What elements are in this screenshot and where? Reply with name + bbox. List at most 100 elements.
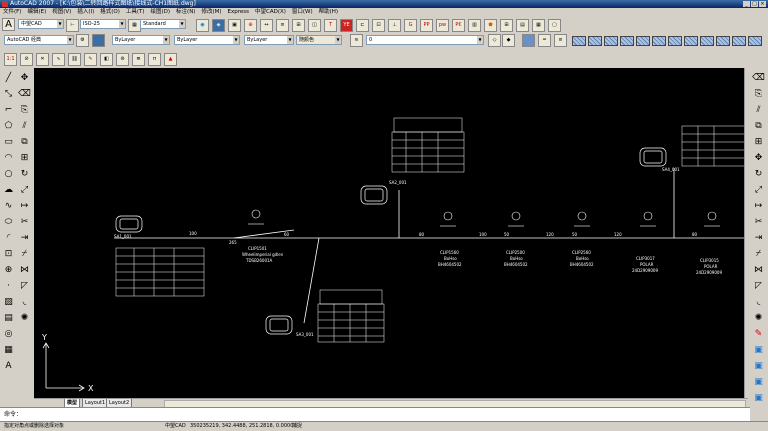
pwd-icon[interactable]: pw [436,19,449,32]
array-icon[interactable]: ⊞ [18,152,31,165]
table-icon[interactable]: ▤ [516,19,529,32]
rotate-icon[interactable]: ↻ [752,168,765,181]
rect-icon[interactable] [522,34,535,47]
region-tool-icon[interactable]: ◎ [2,328,15,341]
erase-icon[interactable]: ⌫ [752,72,765,85]
connector-sa4[interactable] [639,147,667,167]
shape-icon[interactable]: ⬟ [484,19,497,32]
block-icon[interactable]: ▣ [228,19,241,32]
clip-symbol-3[interactable] [508,211,524,227]
layer-icon[interactable]: ▣ [752,344,765,357]
wire-icon[interactable]: ≣ [132,53,145,66]
yc-icon[interactable]: YE [340,19,353,32]
scale-icon[interactable]: 1:1 [4,53,17,66]
scale-tool-icon[interactable]: ⤢ [18,184,31,197]
lineweight-combo[interactable]: ByLayer ▼ [244,35,294,45]
hatch-icon[interactable] [684,36,698,46]
lock-icon[interactable]: ⊡ [372,19,385,32]
arc-icon[interactable]: ◠ [2,152,15,165]
dim-style-combo[interactable]: ISO-25 ▼ [80,19,126,29]
menu-express[interactable]: Express [225,8,252,17]
copy-icon[interactable]: ⎘ [18,104,31,117]
connector-sa1[interactable] [115,215,143,233]
ps-icon[interactable]: P€ [452,19,465,32]
block-icon[interactable]: ▣ [752,360,765,373]
clip-icon[interactable]: ⊓ [148,53,161,66]
menu-help[interactable]: 帮助(H) [316,8,341,17]
move-icon[interactable]: ✥ [18,72,31,85]
grid-icon[interactable]: ⊞ [500,19,513,32]
fillet-icon[interactable]: ◟ [752,296,765,309]
ellipse-icon[interactable]: ⬭ [2,216,15,229]
hatch-icon[interactable] [732,36,746,46]
trim-icon[interactable]: ✂ [18,216,31,229]
scale-icon[interactable]: ⤢ [752,184,765,197]
menu-dimension[interactable]: 标注(N) [173,8,198,17]
hatch-icon[interactable] [620,36,634,46]
pencil-icon[interactable]: ✎ [752,328,765,341]
spline-icon[interactable]: ∿ [2,200,15,213]
break-icon[interactable]: ⌿ [18,248,31,261]
menu-file[interactable]: 文件(F) [0,8,24,17]
hatch-icon[interactable] [668,36,682,46]
dim-style-icon[interactable]: ⊢ [66,19,79,32]
hatch-icon[interactable] [636,36,650,46]
delete-icon[interactable]: ✕ [36,53,49,66]
chain-icon[interactable]: ⛓ [68,53,81,66]
double-line-icon[interactable]: ═ [538,34,551,47]
hatch-icon[interactable] [572,36,586,46]
stretch-icon[interactable]: ↦ [18,200,31,213]
hatch-icon[interactable] [748,36,762,46]
no-icon[interactable]: ⊘ [20,53,33,66]
zoom-icon[interactable]: ⊕ [244,19,257,32]
mountain-icon[interactable]: ▲ [164,53,177,66]
point-icon[interactable]: · [2,280,15,293]
rectangle-icon[interactable]: ▭ [2,136,15,149]
menu-window[interactable]: 窗口(W) [289,8,316,17]
menu-modify[interactable]: 修改(M) [198,8,224,17]
menu-edit[interactable]: 编辑(E) [24,8,49,17]
linetype-combo[interactable]: ByLayer ▼ [174,35,240,45]
layer-prev-icon[interactable]: ◇ [488,34,501,47]
rotate-icon[interactable]: ↻ [18,168,31,181]
ungroup-icon[interactable]: ▣ [752,392,765,405]
clip-symbol-5[interactable] [640,211,656,227]
hatch-icon[interactable] [604,36,618,46]
table-style-combo[interactable]: Standard ▼ [140,19,186,29]
g-icon[interactable]: G [404,19,417,32]
hatch-tool-icon[interactable]: ▨ [2,296,15,309]
mirror-icon[interactable]: ⫽ [18,120,31,133]
xline-icon[interactable]: ⤡ [2,88,15,101]
group-icon[interactable]: ▣ [752,376,765,389]
extend-icon[interactable]: ⇥ [18,232,31,245]
menu-insert[interactable]: 插入(I) [74,8,97,17]
menu-zwcad[interactable]: 中望CAD(X) [252,8,289,17]
gradient-icon[interactable]: ▤ [2,312,15,325]
chamfer-icon[interactable]: ◸ [752,280,765,293]
explode-icon[interactable]: ✺ [752,312,765,325]
insert-block-icon[interactable]: ⊡ [2,248,15,261]
clip-symbol-4[interactable] [574,211,590,227]
break-icon[interactable]: ⌿ [752,248,765,261]
stretch-icon[interactable]: ↦ [752,200,765,213]
offset-icon[interactable]: ⧉ [18,136,31,149]
polyline-icon[interactable]: ⌐ [2,104,15,117]
harness-branch-down[interactable] [303,237,320,324]
trace-icon[interactable]: ∿ [52,53,65,66]
pin-icon[interactable]: ⊥ [388,19,401,32]
insert-icon[interactable]: ⊏ [356,19,369,32]
app-icon[interactable] [2,1,8,7]
workspace-settings-icon[interactable]: ⚙ [76,34,89,47]
connector-sa3[interactable] [265,315,293,335]
table-tool-icon[interactable]: ▦ [2,344,15,357]
match-prop-icon[interactable]: ◉ [196,19,209,32]
revcloud-icon[interactable]: ☁ [2,184,15,197]
chamfer-icon[interactable]: ◸ [18,280,31,293]
layer-manager-icon[interactable] [92,34,105,47]
chart-icon[interactable]: ▥ [468,19,481,32]
move-icon[interactable]: ✥ [752,152,765,165]
area-icon[interactable]: ⊞ [292,19,305,32]
array-icon[interactable]: ⊞ [752,136,765,149]
offset-icon[interactable]: ⧉ [752,120,765,133]
triple-line-icon[interactable]: ≡ [554,34,567,47]
